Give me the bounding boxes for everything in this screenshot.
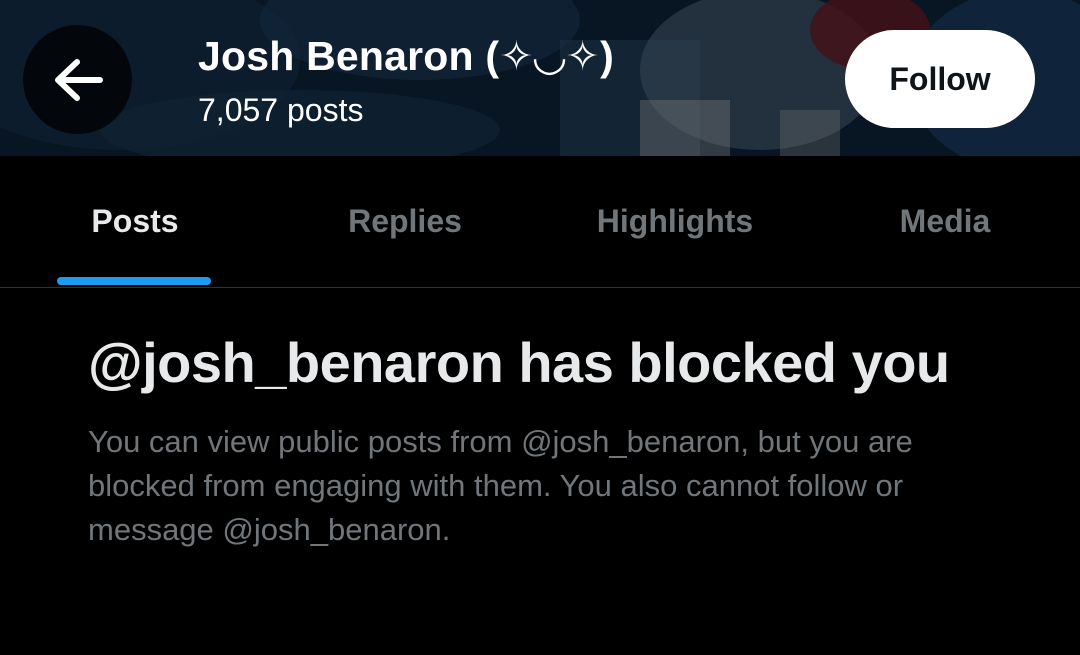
follow-button[interactable]: Follow — [845, 30, 1035, 128]
profile-post-count: 7,057 posts — [198, 92, 364, 128]
tab-highlights[interactable]: Highlights — [540, 156, 810, 287]
back-button[interactable] — [23, 25, 132, 134]
active-tab-indicator — [57, 277, 211, 285]
tab-posts[interactable]: Posts — [0, 156, 270, 287]
profile-header: Josh Benaron (✧◡✧) 7,057 posts Follow — [0, 0, 1080, 156]
blocked-description: You can view public posts from @josh_ben… — [88, 424, 913, 547]
tab-media[interactable]: Media — [810, 156, 1080, 287]
profile-tabs: Posts Replies Highlights Media — [0, 156, 1080, 288]
arrow-left-icon — [54, 58, 103, 101]
blocked-title: @josh_benaron has blocked you — [88, 331, 950, 394]
tab-replies[interactable]: Replies — [270, 156, 540, 287]
profile-display-name: Josh Benaron (✧◡✧) — [198, 33, 614, 79]
